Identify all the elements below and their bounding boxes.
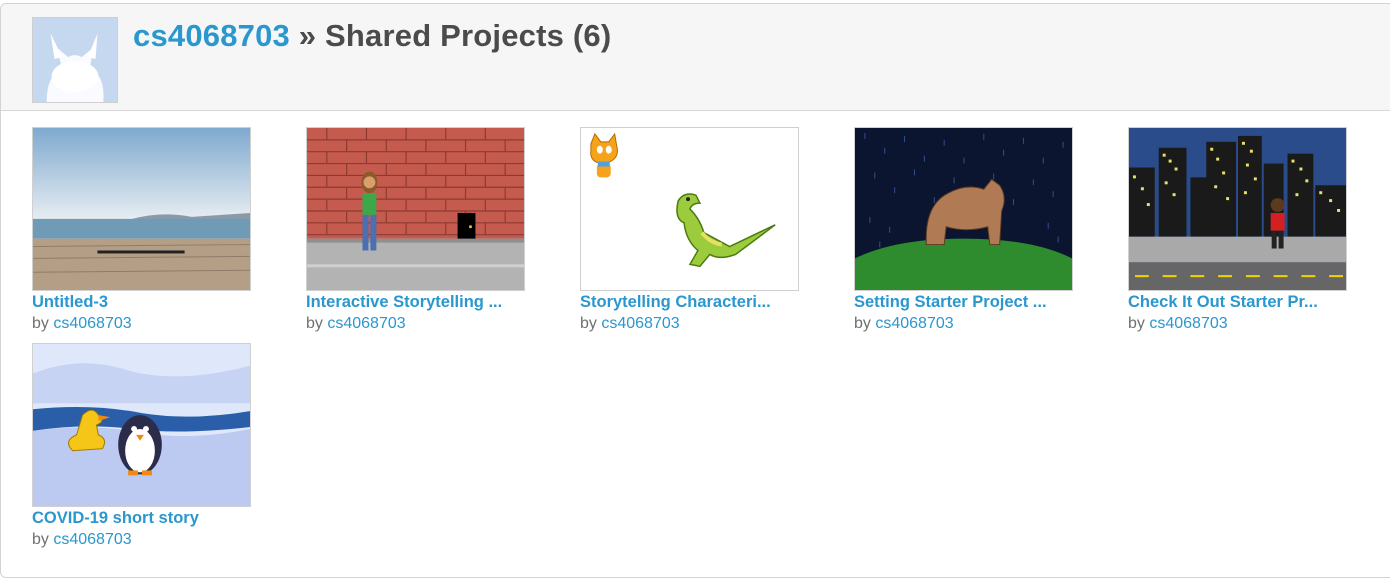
owner-link[interactable]: cs4068703 (875, 315, 953, 332)
project-thumbnail[interactable] (580, 127, 799, 291)
project-card: Interactive Storytelling ... by cs406870… (306, 127, 526, 334)
profile-panel: cs4068703 » Shared Projects (6) Untitled… (0, 3, 1390, 578)
owner-link[interactable]: cs4068703 (1149, 315, 1227, 332)
scratch-cat-avatar-icon (33, 18, 117, 102)
project-title-link[interactable]: Untitled-3 (32, 292, 252, 312)
title-suffix: » Shared Projects (6) (289, 18, 612, 53)
project-title-link[interactable]: Check It Out Starter Pr... (1128, 292, 1348, 312)
project-byline: by cs4068703 (1128, 315, 1228, 332)
project-thumbnail[interactable] (32, 343, 251, 507)
project-card: Check It Out Starter Pr... by cs4068703 (1128, 127, 1348, 334)
project-title-link[interactable]: COVID-19 short story (32, 508, 252, 528)
project-card: Storytelling Characteri... by cs4068703 (580, 127, 800, 334)
project-byline: by cs4068703 (32, 531, 132, 548)
project-title-link[interactable]: Interactive Storytelling ... (306, 292, 526, 312)
project-thumbnail[interactable] (306, 127, 525, 291)
owner-link[interactable]: cs4068703 (601, 315, 679, 332)
user-avatar[interactable] (32, 17, 118, 103)
project-byline: by cs4068703 (580, 315, 680, 332)
beach-scene-thumbnail (33, 128, 250, 290)
owner-link[interactable]: cs4068703 (53, 531, 131, 548)
owner-link[interactable]: cs4068703 (327, 315, 405, 332)
project-byline: by cs4068703 (854, 315, 954, 332)
project-thumbnail[interactable] (32, 127, 251, 291)
owner-link[interactable]: cs4068703 (53, 315, 131, 332)
page-header: cs4068703 » Shared Projects (6) (1, 4, 1390, 111)
city-night-thumbnail (1129, 128, 1346, 290)
project-card: COVID-19 short story by cs4068703 (32, 343, 252, 550)
project-byline: by cs4068703 (32, 315, 132, 332)
brick-wall-thumbnail (307, 128, 524, 290)
project-thumbnail[interactable] (1128, 127, 1347, 291)
bear-in-rain-thumbnail (855, 128, 1072, 290)
cat-and-dinosaur-thumbnail (581, 128, 798, 290)
project-byline: by cs4068703 (306, 315, 406, 332)
project-thumbnail[interactable] (854, 127, 1073, 291)
arctic-penguin-thumbnail (33, 344, 250, 506)
username-link[interactable]: cs4068703 (133, 18, 290, 53)
project-card: Untitled-3 by cs4068703 (32, 127, 252, 334)
project-card: Setting Starter Project ... by cs4068703 (854, 127, 1074, 334)
page-title: cs4068703 » Shared Projects (6) (133, 18, 611, 54)
project-title-link[interactable]: Storytelling Characteri... (580, 292, 800, 312)
project-title-link[interactable]: Setting Starter Project ... (854, 292, 1074, 312)
